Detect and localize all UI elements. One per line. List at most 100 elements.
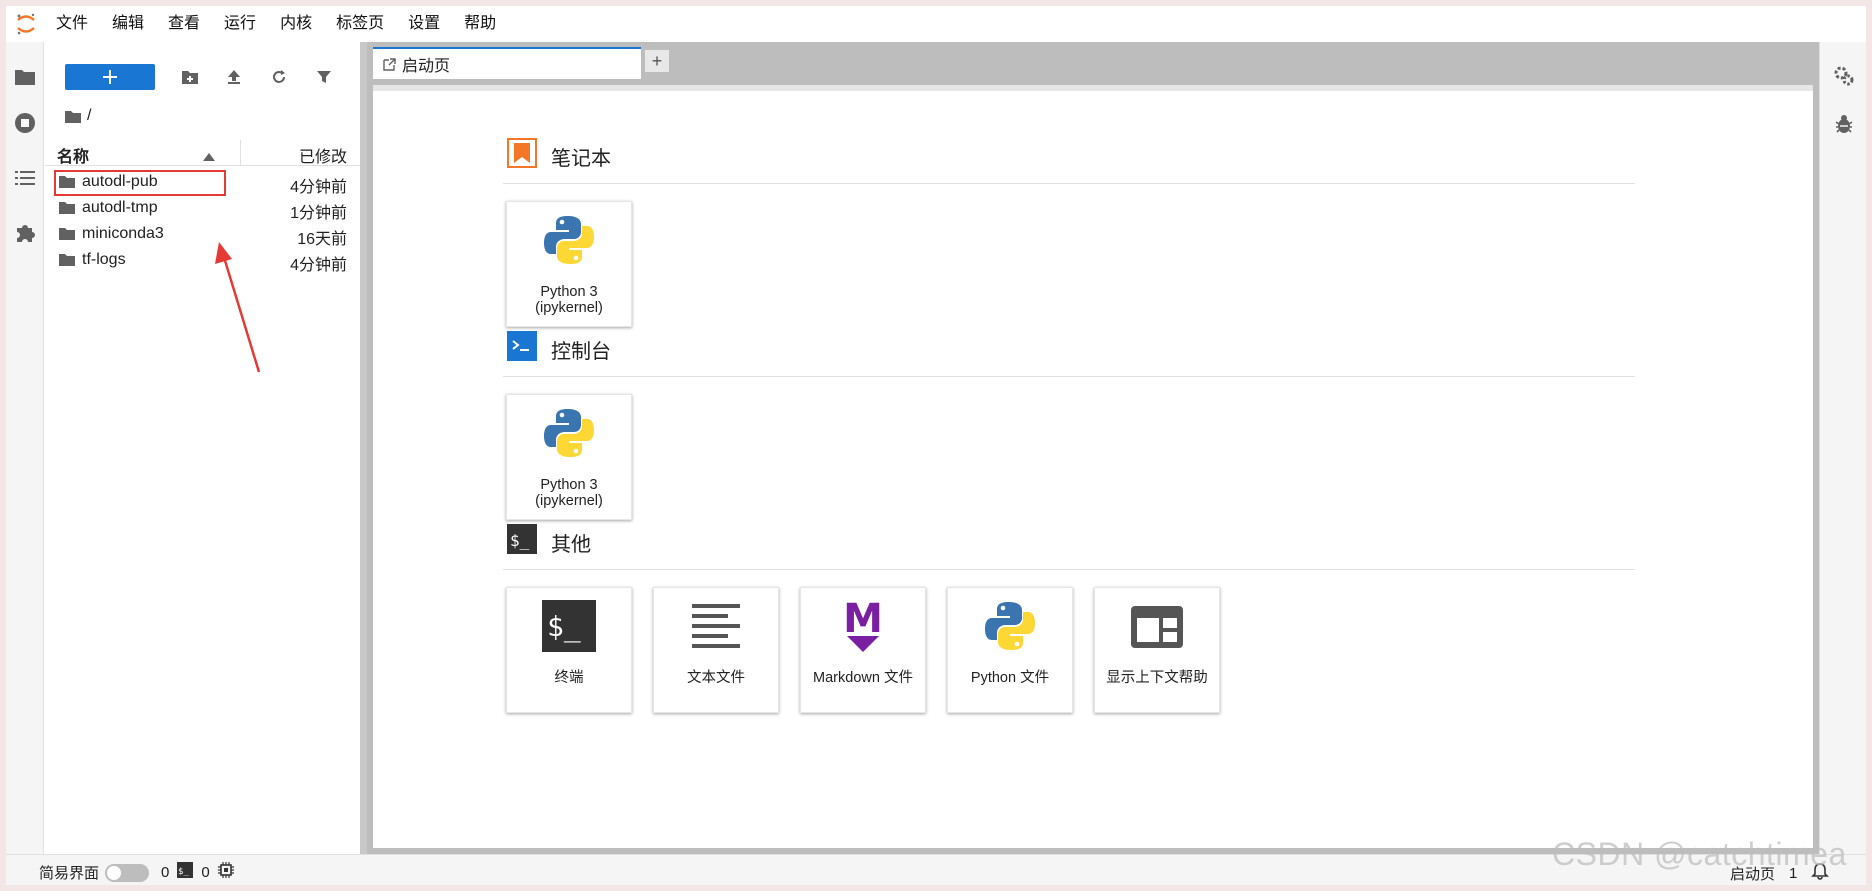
refresh-icon[interactable] (268, 66, 290, 88)
section-title-console: 控制台 (551, 340, 611, 363)
section-notebook: 笔记本 (507, 138, 611, 174)
new-launcher-button[interactable] (65, 64, 155, 90)
card-python-file[interactable]: Python 文件 (947, 587, 1073, 713)
breadcrumb[interactable]: / (65, 105, 91, 127)
jupyter-logo-icon (6, 6, 46, 42)
add-tab-button[interactable]: + (644, 49, 670, 73)
column-header-modified[interactable]: 已修改 (299, 143, 347, 167)
kernel-terminal-status[interactable]: 0 $_ 0 (161, 862, 234, 882)
main-dock-area: 启动页 + 笔记本 Python 3 (ipykernel) 控制台 Pytho… (367, 42, 1819, 854)
property-inspector-gears-icon[interactable] (1832, 64, 1856, 88)
card-label: 文本文件 (687, 670, 745, 686)
folder-icon (59, 175, 75, 193)
file-browser-panel: / 名称 已修改 autodl-pub 4分钟前 autodl-tmp 1分钟前… (45, 42, 360, 854)
card-text-file[interactable]: 文本文件 (653, 587, 779, 713)
svg-text:$_: $_ (178, 867, 189, 877)
python-icon (507, 405, 631, 461)
new-folder-icon[interactable] (179, 66, 201, 88)
section-title-notebook: 笔记本 (551, 147, 611, 170)
launcher-tab-icon (383, 57, 396, 71)
terminals-count: 0 (201, 863, 210, 881)
folder-icon (59, 227, 75, 245)
sort-ascending-icon[interactable] (203, 148, 215, 166)
tab-label: 启动页 (402, 58, 451, 75)
card-label: Markdown 文件 (813, 670, 913, 686)
notebook-icon (507, 138, 537, 174)
menu-bar: 文件 编辑 查看 运行 内核 标签页 设置 帮助 (6, 6, 1866, 42)
python-icon (948, 598, 1072, 654)
status-bar: 简易界面 0 $_ 0 启动页 1 (6, 854, 1866, 885)
column-header-name[interactable]: 名称 (57, 143, 89, 167)
card-markdown-file[interactable]: M Markdown 文件 (800, 587, 926, 713)
simple-mode-toggle[interactable] (105, 863, 150, 882)
jupyterlab-window: 文件 编辑 查看 运行 内核 标签页 设置 帮助 / 名称 已修改 autodl… (6, 6, 1866, 885)
svg-text:M: M (843, 598, 883, 642)
section-divider (503, 569, 1635, 570)
plus-icon (103, 70, 117, 84)
menu-help[interactable]: 帮助 (452, 6, 508, 42)
menu-edit[interactable]: 编辑 (100, 6, 156, 42)
card-label: Python 3 (ipykernel) (535, 284, 603, 316)
folder-icon (59, 253, 75, 271)
file-row-autodl-tmp[interactable]: autodl-tmp 1分钟前 (45, 196, 360, 222)
current-tab-label: 启动页 (1730, 865, 1776, 883)
debugger-bug-icon[interactable] (1832, 112, 1856, 136)
card-label: Python 文件 (970, 670, 1050, 686)
card-label: 显示上下文帮助 (1106, 670, 1208, 686)
file-modified: 4分钟前 (290, 257, 347, 274)
file-row-miniconda3[interactable]: miniconda3 16天前 (45, 222, 360, 248)
folder-icon (59, 201, 75, 219)
menu-settings[interactable]: 设置 (396, 6, 452, 42)
text-file-icon (654, 598, 778, 654)
terminal-small-icon: $_ (177, 862, 194, 882)
section-divider (503, 376, 1635, 377)
section-other: $_ 其他 (507, 524, 591, 560)
menu-run[interactable]: 运行 (212, 6, 268, 42)
python-icon (507, 212, 631, 268)
card-label: 终端 (554, 670, 584, 686)
file-name: tf-logs (82, 251, 126, 268)
extensions-puzzle-icon[interactable] (12, 220, 38, 246)
file-browser-toolbar (45, 42, 360, 90)
card-label: Python 3 (ipykernel) (535, 477, 603, 509)
card-console-python3[interactable]: Python 3 (ipykernel) (506, 394, 632, 520)
table-of-contents-icon[interactable] (12, 165, 38, 191)
file-row-autodl-pub[interactable]: autodl-pub 4分钟前 (45, 170, 360, 196)
file-modified: 4分钟前 (290, 179, 347, 196)
left-activity-bar (6, 42, 44, 854)
running-sessions-icon[interactable] (12, 110, 38, 136)
menu-view[interactable]: 查看 (156, 6, 212, 42)
upload-icon[interactable] (223, 66, 245, 88)
other-icon: $_ (507, 524, 537, 560)
menu-tabs[interactable]: 标签页 (324, 6, 396, 42)
file-list-header: 名称 已修改 (45, 140, 360, 166)
tab-bar: 启动页 + (367, 42, 1819, 79)
section-console: 控制台 (507, 331, 611, 367)
menu-file[interactable]: 文件 (46, 6, 100, 42)
file-browser-tab-icon[interactable] (12, 64, 38, 90)
card-terminal[interactable]: $_ 终端 (506, 587, 632, 713)
file-name: miniconda3 (82, 225, 164, 242)
kernels-count: 0 (161, 863, 170, 881)
menu-kernel[interactable]: 内核 (268, 6, 324, 42)
console-icon (507, 331, 537, 367)
notification-bell-icon[interactable] (1811, 862, 1830, 884)
tab-launcher[interactable]: 启动页 (373, 47, 641, 79)
section-divider (503, 183, 1635, 184)
right-sidebar (1819, 42, 1866, 854)
column-divider[interactable] (240, 140, 241, 166)
right-count: 1 (1789, 864, 1798, 882)
section-title-other: 其他 (551, 533, 591, 556)
file-modified: 16天前 (297, 231, 347, 248)
panel-splitter[interactable] (360, 42, 367, 854)
filter-icon[interactable] (313, 66, 335, 88)
svg-text:$_: $_ (510, 531, 530, 550)
terminal-icon: $_ (507, 598, 631, 654)
card-notebook-python3[interactable]: Python 3 (ipykernel) (506, 201, 632, 327)
breadcrumb-root[interactable]: / (87, 107, 91, 125)
markdown-icon: M (801, 598, 925, 658)
simple-mode[interactable]: 简易界面 (39, 862, 150, 883)
card-context-help[interactable]: 显示上下文帮助 (1094, 587, 1220, 713)
file-row-tf-logs[interactable]: tf-logs 4分钟前 (45, 248, 360, 274)
file-modified: 1分钟前 (290, 205, 347, 222)
